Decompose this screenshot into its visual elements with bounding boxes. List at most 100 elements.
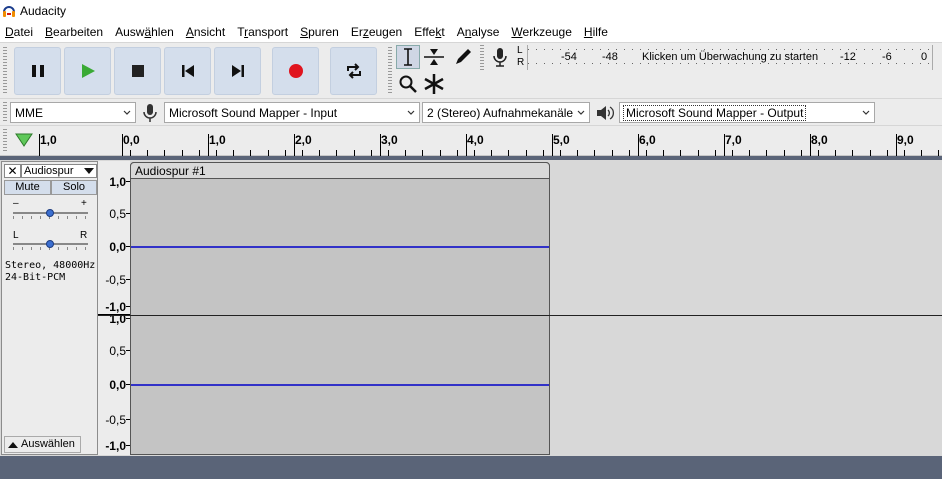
- channel-separator: [98, 315, 942, 316]
- menu-label-suffix: hlen: [151, 25, 174, 39]
- gain-minus-label: –: [13, 198, 19, 209]
- transport-toolbar-grip[interactable]: [3, 47, 7, 95]
- loop-icon: [346, 63, 361, 79]
- menu-item-0[interactable]: Datei: [0, 22, 40, 42]
- menu-item-4[interactable]: Transport: [232, 22, 295, 42]
- draw-tool[interactable]: [451, 45, 475, 69]
- close-track-button[interactable]: ✕: [4, 164, 21, 178]
- track-info: Stereo, 48000Hz 24-Bit-PCM: [5, 260, 95, 284]
- i-beam-icon: [404, 48, 412, 66]
- timeline-ruler[interactable]: 1,0 0,0 1,0 2,0 3,0 4,0 5,0 6,0 7,0 8,0 9,0: [0, 126, 942, 156]
- title-bar: Audacity: [0, 0, 942, 22]
- menu-item-9[interactable]: Werkzeuge: [506, 22, 578, 42]
- menu-item-7[interactable]: Effekt: [409, 22, 451, 42]
- select-track-button[interactable]: Auswählen: [4, 436, 81, 453]
- clip-header[interactable]: Audiospur #1: [130, 162, 550, 179]
- zoom-tool[interactable]: [396, 72, 420, 96]
- menu-item-2[interactable]: Auswählen: [110, 22, 181, 42]
- record-icon: [288, 64, 303, 78]
- pan-slider-thumb[interactable]: [46, 240, 54, 248]
- meter-tick-48: -48: [602, 51, 618, 63]
- scale-label: 0,5: [109, 207, 126, 221]
- ruler-major-tick: [380, 134, 381, 156]
- menu-label-accelerator: H: [583, 25, 593, 39]
- menu-label-accelerator: D: [5, 25, 14, 39]
- select-track-label: Auswählen: [21, 438, 75, 450]
- menu-item-1[interactable]: Bearbeiten: [40, 22, 110, 42]
- menu-label-suffix: t: [441, 25, 445, 39]
- track-format-label: Stereo, 48000Hz: [5, 260, 96, 271]
- menu-label-suffix: erkzeuge: [522, 25, 572, 39]
- audio-host-select[interactable]: MME: [10, 102, 136, 123]
- menu-item-6[interactable]: Erzeugen: [346, 22, 409, 42]
- chevron-down-icon: [862, 110, 870, 115]
- ruler-label: 5,0: [553, 133, 570, 147]
- recording-channels-value: 2 (Stereo) Aufnahmekanäle: [427, 106, 574, 120]
- recording-channels-select[interactable]: 2 (Stereo) Aufnahmekanäle: [422, 102, 590, 123]
- mute-button[interactable]: Mute: [4, 180, 51, 195]
- meter-toolbar-grip[interactable]: [480, 45, 484, 70]
- scale-label: 0,0: [109, 378, 126, 392]
- toolbar-area: L R -54 -48 Klicken um Überwachung zu st…: [0, 42, 942, 99]
- close-icon: ✕: [7, 164, 18, 178]
- menu-label-suffix: ilfe: [592, 25, 608, 39]
- asterisk-icon: [424, 74, 444, 94]
- play-button[interactable]: [64, 47, 111, 95]
- loop-button[interactable]: [330, 47, 377, 95]
- device-toolbar-grip[interactable]: [3, 102, 7, 123]
- skip-end-icon: [231, 65, 244, 77]
- track-name: Audiospur: [24, 165, 74, 177]
- clip-name: Audiospur #1: [135, 164, 206, 178]
- ruler-label: 1,0: [40, 133, 57, 147]
- gain-slider-thumb[interactable]: [46, 209, 54, 217]
- meter-prompt: Klicken um Überwachung zu starten: [642, 51, 819, 63]
- record-meter-button[interactable]: [488, 45, 512, 69]
- speaker-icon: [597, 106, 614, 120]
- ruler-label: 9,0: [897, 133, 914, 147]
- ruler-label: 8,0: [811, 133, 828, 147]
- scale-label: -0,5: [105, 413, 126, 427]
- meter-tick-6: -6: [882, 51, 892, 63]
- waveform-left-channel: [131, 246, 549, 248]
- record-button[interactable]: [272, 47, 319, 95]
- menu-label-accelerator: B: [45, 25, 54, 39]
- track-menu-button[interactable]: Audiospur: [21, 164, 97, 178]
- menu-item-10[interactable]: Hilfe: [579, 22, 615, 42]
- menu-label-suffix: ansport: [248, 25, 289, 39]
- menu-item-5[interactable]: Spuren: [295, 22, 346, 42]
- envelope-tool[interactable]: [422, 45, 446, 69]
- multi-tool[interactable]: [422, 72, 446, 96]
- skip-to-end-button[interactable]: [214, 47, 261, 95]
- audacity-logo-icon: [3, 6, 15, 17]
- menu-label-suffix: earbeiten: [53, 25, 104, 39]
- menu-label-suffix: atei: [13, 25, 34, 39]
- pause-button[interactable]: [14, 47, 61, 95]
- ruler-major-tick: [122, 134, 123, 156]
- track-control-panel: ✕ Audiospur Mute Solo – + L R Stereo, 48…: [1, 161, 98, 455]
- stop-button[interactable]: [114, 47, 161, 95]
- pan-right-label: R: [80, 230, 88, 241]
- menu-item-3[interactable]: Ansicht: [181, 22, 232, 42]
- ruler-major-tick: [39, 134, 40, 156]
- meter-tick-12: -12: [840, 51, 856, 63]
- recording-meter[interactable]: -54 -48 Klicken um Überwachung zu starte…: [527, 45, 933, 70]
- device-toolbar: MME Microsoft Sound Mapper - Input 2 (St…: [0, 99, 942, 126]
- envelope-icon: [424, 49, 444, 65]
- solo-button[interactable]: Solo: [51, 180, 97, 195]
- skip-to-start-button[interactable]: [164, 47, 211, 95]
- menu-label-prefix: Effe: [414, 25, 436, 39]
- audio-clip[interactable]: [130, 162, 550, 455]
- audio-host-value: MME: [15, 106, 43, 120]
- menu-label-suffix: puren: [308, 25, 339, 39]
- selection-tool[interactable]: [396, 45, 420, 69]
- menu-label-prefix: Er: [350, 25, 363, 39]
- vertical-scale[interactable]: 1,0 0,5 0,0 -0,5 -1,0 1,0 0,5 0,0 -0,5 -1,0: [98, 161, 130, 455]
- menu-label-accelerator: W: [511, 25, 523, 39]
- menu-label-suffix: alyse: [471, 25, 500, 39]
- waveform-right-channel: [131, 384, 549, 386]
- playback-device-select[interactable]: Microsoft Sound Mapper - Output: [619, 102, 875, 123]
- tools-toolbar-grip[interactable]: [388, 47, 392, 95]
- recording-device-select[interactable]: Microsoft Sound Mapper - Input: [164, 102, 420, 123]
- menu-item-8[interactable]: Analyse: [452, 22, 507, 42]
- ruler-major-tick: [724, 134, 725, 156]
